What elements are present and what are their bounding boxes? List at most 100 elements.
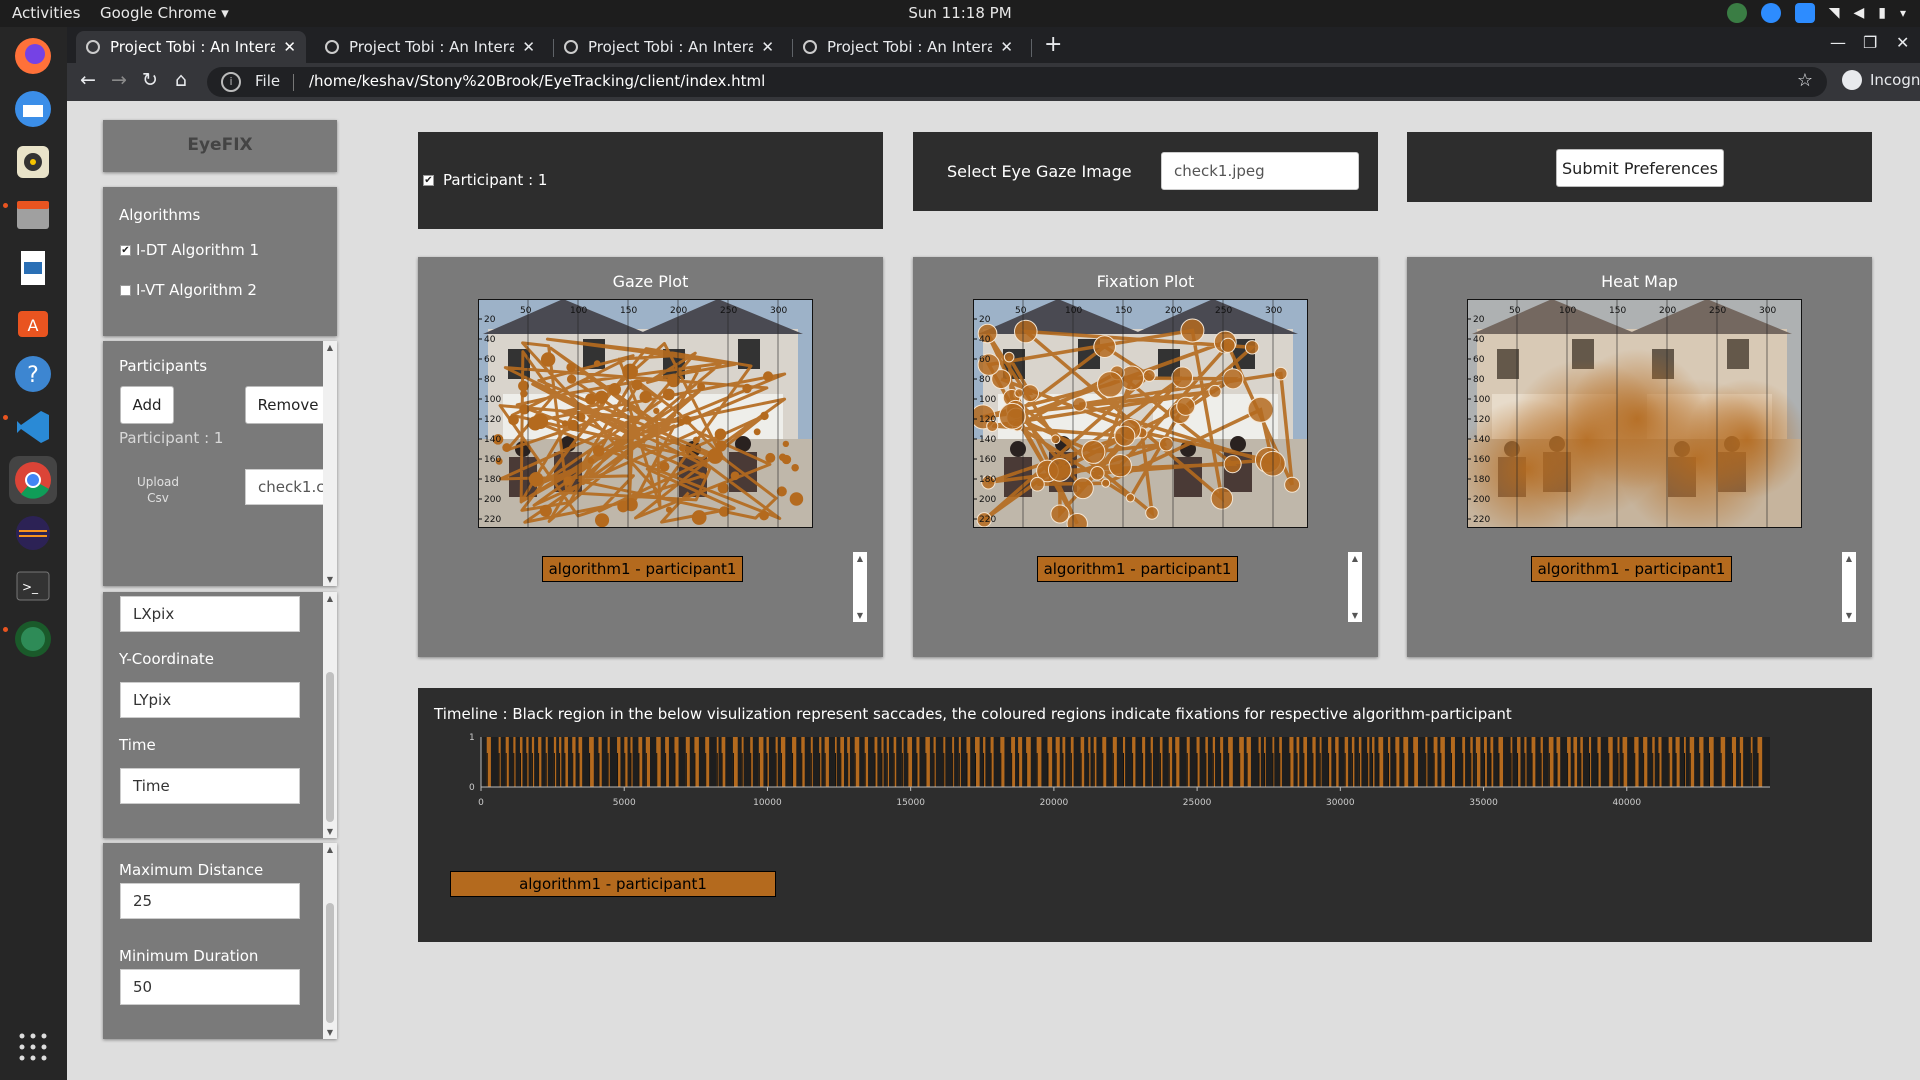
chrome-icon[interactable]: [9, 456, 57, 504]
algorithm-1-label[interactable]: I-DT Algorithm 1: [136, 241, 259, 259]
saccade-mark: [1272, 753, 1274, 787]
firefox-icon[interactable]: [9, 32, 57, 80]
participant-checkbox[interactable]: ✔: [423, 175, 434, 186]
bookmark-star-icon[interactable]: ☆: [1797, 70, 1813, 91]
forward-icon[interactable]: →: [111, 69, 127, 91]
saccade-mark: [1055, 753, 1057, 787]
saccade-mark: [1757, 753, 1759, 787]
rhythmbox-icon[interactable]: [9, 138, 57, 186]
globe-app-icon[interactable]: [9, 615, 57, 663]
new-tab-button[interactable]: +: [1044, 32, 1062, 57]
saccade-mark: [1102, 753, 1104, 787]
saccade-mark: [834, 753, 836, 787]
participants-title: Participants: [119, 357, 208, 375]
address-bar[interactable]: i File /home/keshav/Stony%20Brook/EyeTra…: [207, 67, 1827, 97]
clock[interactable]: Sun 11:18 PM: [0, 4, 1920, 22]
close-tab-icon[interactable]: ✕: [761, 38, 774, 56]
submit-preferences-button[interactable]: Submit Preferences: [1556, 149, 1724, 187]
url-text[interactable]: /home/keshav/Stony%20Brook/EyeTracking/c…: [309, 72, 765, 90]
software-center-icon[interactable]: A: [9, 297, 57, 345]
terminal-icon[interactable]: >_: [9, 562, 57, 610]
y-coordinate-input[interactable]: LYpix: [120, 682, 300, 718]
back-icon[interactable]: ←: [80, 69, 96, 91]
saccade-mark: [1132, 753, 1134, 787]
wifi-icon[interactable]: ◥: [1829, 5, 1840, 21]
y-tick-label: 80: [979, 375, 991, 385]
incognito-indicator[interactable]: Incognito: [1842, 70, 1920, 90]
zoom-icon[interactable]: [1794, 3, 1815, 23]
remove-participant-button[interactable]: Remove: [245, 386, 331, 424]
eclipse-icon[interactable]: [9, 509, 57, 557]
vscode-icon[interactable]: [9, 403, 57, 451]
heat-map-panel: Heat Map 50 100 150 200 250 300 20 40 60 80 100 120…: [1407, 257, 1872, 657]
x-coordinate-input[interactable]: LXpix: [120, 596, 300, 632]
info-icon[interactable]: i: [221, 72, 241, 92]
timeline-title: Timeline : Black region in the below vis…: [434, 705, 1512, 723]
y-tick-label: 60: [1473, 355, 1485, 365]
browser-tab-1[interactable]: Project Tobi : An Interacti ✕: [76, 31, 306, 63]
add-participant-button[interactable]: Add: [120, 386, 174, 424]
help-icon[interactable]: ?: [9, 350, 57, 398]
browser-tab-3[interactable]: Project Tobi : An Interacti ✕: [554, 31, 784, 63]
activities-button[interactable]: Activities: [12, 4, 80, 22]
fixation-point: [1145, 506, 1159, 520]
gaze-point: [566, 374, 577, 384]
image-select-input[interactable]: check1.jpeg: [1161, 152, 1359, 190]
participant-checkbox-label[interactable]: Participant : 1: [443, 171, 547, 189]
saccade-mark: [1540, 753, 1542, 787]
y-tick-label: 200: [484, 495, 501, 505]
algorithm-2-checkbox[interactable]: [120, 285, 131, 296]
home-icon[interactable]: ⌂: [175, 69, 187, 91]
thunderbird-icon[interactable]: [9, 85, 57, 133]
heat-spot: [1687, 379, 1802, 499]
saccade-mark: [990, 753, 992, 787]
saccade-mark: [792, 753, 794, 787]
fixation-plot-legend[interactable]: algorithm1 - participant1: [1037, 556, 1238, 582]
gaze-plot-panel: Gaze Plot 50 100 150 200 250 300 20 40 60 80 100 12…: [418, 257, 883, 657]
timeline-chart[interactable]: 0 1 0 5000 10000 15000 20000 25000 30000 35000 400…: [458, 732, 1878, 822]
files-icon[interactable]: [9, 191, 57, 239]
heat-map-legend[interactable]: algorithm1 - participant1: [1531, 556, 1732, 582]
gaze-plot-legend[interactable]: algorithm1 - participant1: [542, 556, 743, 582]
incognito-icon: [1842, 70, 1862, 90]
tray-app-icon[interactable]: [1726, 3, 1747, 23]
max-distance-input[interactable]: 25: [120, 883, 300, 919]
heat-map-scrollbar[interactable]: ▲ ▼: [1842, 552, 1856, 622]
gaze-plot-scrollbar[interactable]: ▲ ▼: [853, 552, 867, 622]
teamviewer-icon[interactable]: [1760, 3, 1781, 23]
image-select-panel: Select Eye Gaze Image check1.jpeg: [913, 132, 1378, 211]
close-window-icon[interactable]: ✕: [1896, 33, 1909, 52]
columns-scrollbar[interactable]: ▲ ▼: [323, 592, 337, 838]
browser-tab-4[interactable]: Project Tobi : An Interacti ✕: [793, 31, 1023, 63]
svg-text:A: A: [28, 316, 39, 335]
fixation-plot-image[interactable]: 50 100 150 200 250 300 20 40 60 80 100 120 140 160 180…: [973, 299, 1308, 528]
saccade-mark: [1378, 753, 1380, 787]
close-tab-icon[interactable]: ✕: [522, 38, 535, 56]
timeline-legend[interactable]: algorithm1 - participant1: [450, 871, 776, 897]
power-menu-icon[interactable]: ▾: [1900, 6, 1906, 20]
saccade-mark: [553, 753, 555, 787]
algorithm-2-label[interactable]: I-VT Algorithm 2: [136, 281, 257, 299]
writer-icon[interactable]: [9, 244, 57, 292]
min-duration-input[interactable]: 50: [120, 969, 300, 1005]
browser-tab-2[interactable]: Project Tobi : An Interacti ✕: [315, 31, 545, 63]
saccade-mark: [1196, 753, 1198, 787]
app-menu[interactable]: Google Chrome ▾: [100, 4, 229, 22]
fixation-plot-scrollbar[interactable]: ▲ ▼: [1348, 552, 1362, 622]
close-tab-icon[interactable]: ✕: [283, 38, 296, 56]
participants-scrollbar[interactable]: ▲ ▼: [323, 341, 337, 586]
saccade-mark: [847, 753, 849, 787]
battery-icon[interactable]: ▮: [1878, 5, 1886, 21]
minimize-window-icon[interactable]: —: [1830, 33, 1846, 52]
thresholds-scrollbar[interactable]: ▲ ▼: [323, 843, 337, 1039]
system-tray[interactable]: ◥ ◀ ▮ ▾: [1726, 3, 1906, 23]
heat-map-image[interactable]: 50 100 150 200 250 300 20 40 60 80 100 120 140 160 180…: [1467, 299, 1802, 528]
volume-icon[interactable]: ◀: [1853, 5, 1864, 21]
close-tab-icon[interactable]: ✕: [1000, 38, 1013, 56]
reload-icon[interactable]: ↻: [142, 69, 158, 91]
gaze-plot-image[interactable]: 50 100 150 200 250 300 20 40 60 80 100 120 140 160 180…: [478, 299, 813, 528]
algorithm-1-checkbox[interactable]: ✔: [120, 245, 131, 256]
time-input[interactable]: Time: [120, 768, 300, 804]
restore-window-icon[interactable]: ❐: [1863, 33, 1877, 52]
show-applications-icon[interactable]: [9, 1023, 57, 1071]
